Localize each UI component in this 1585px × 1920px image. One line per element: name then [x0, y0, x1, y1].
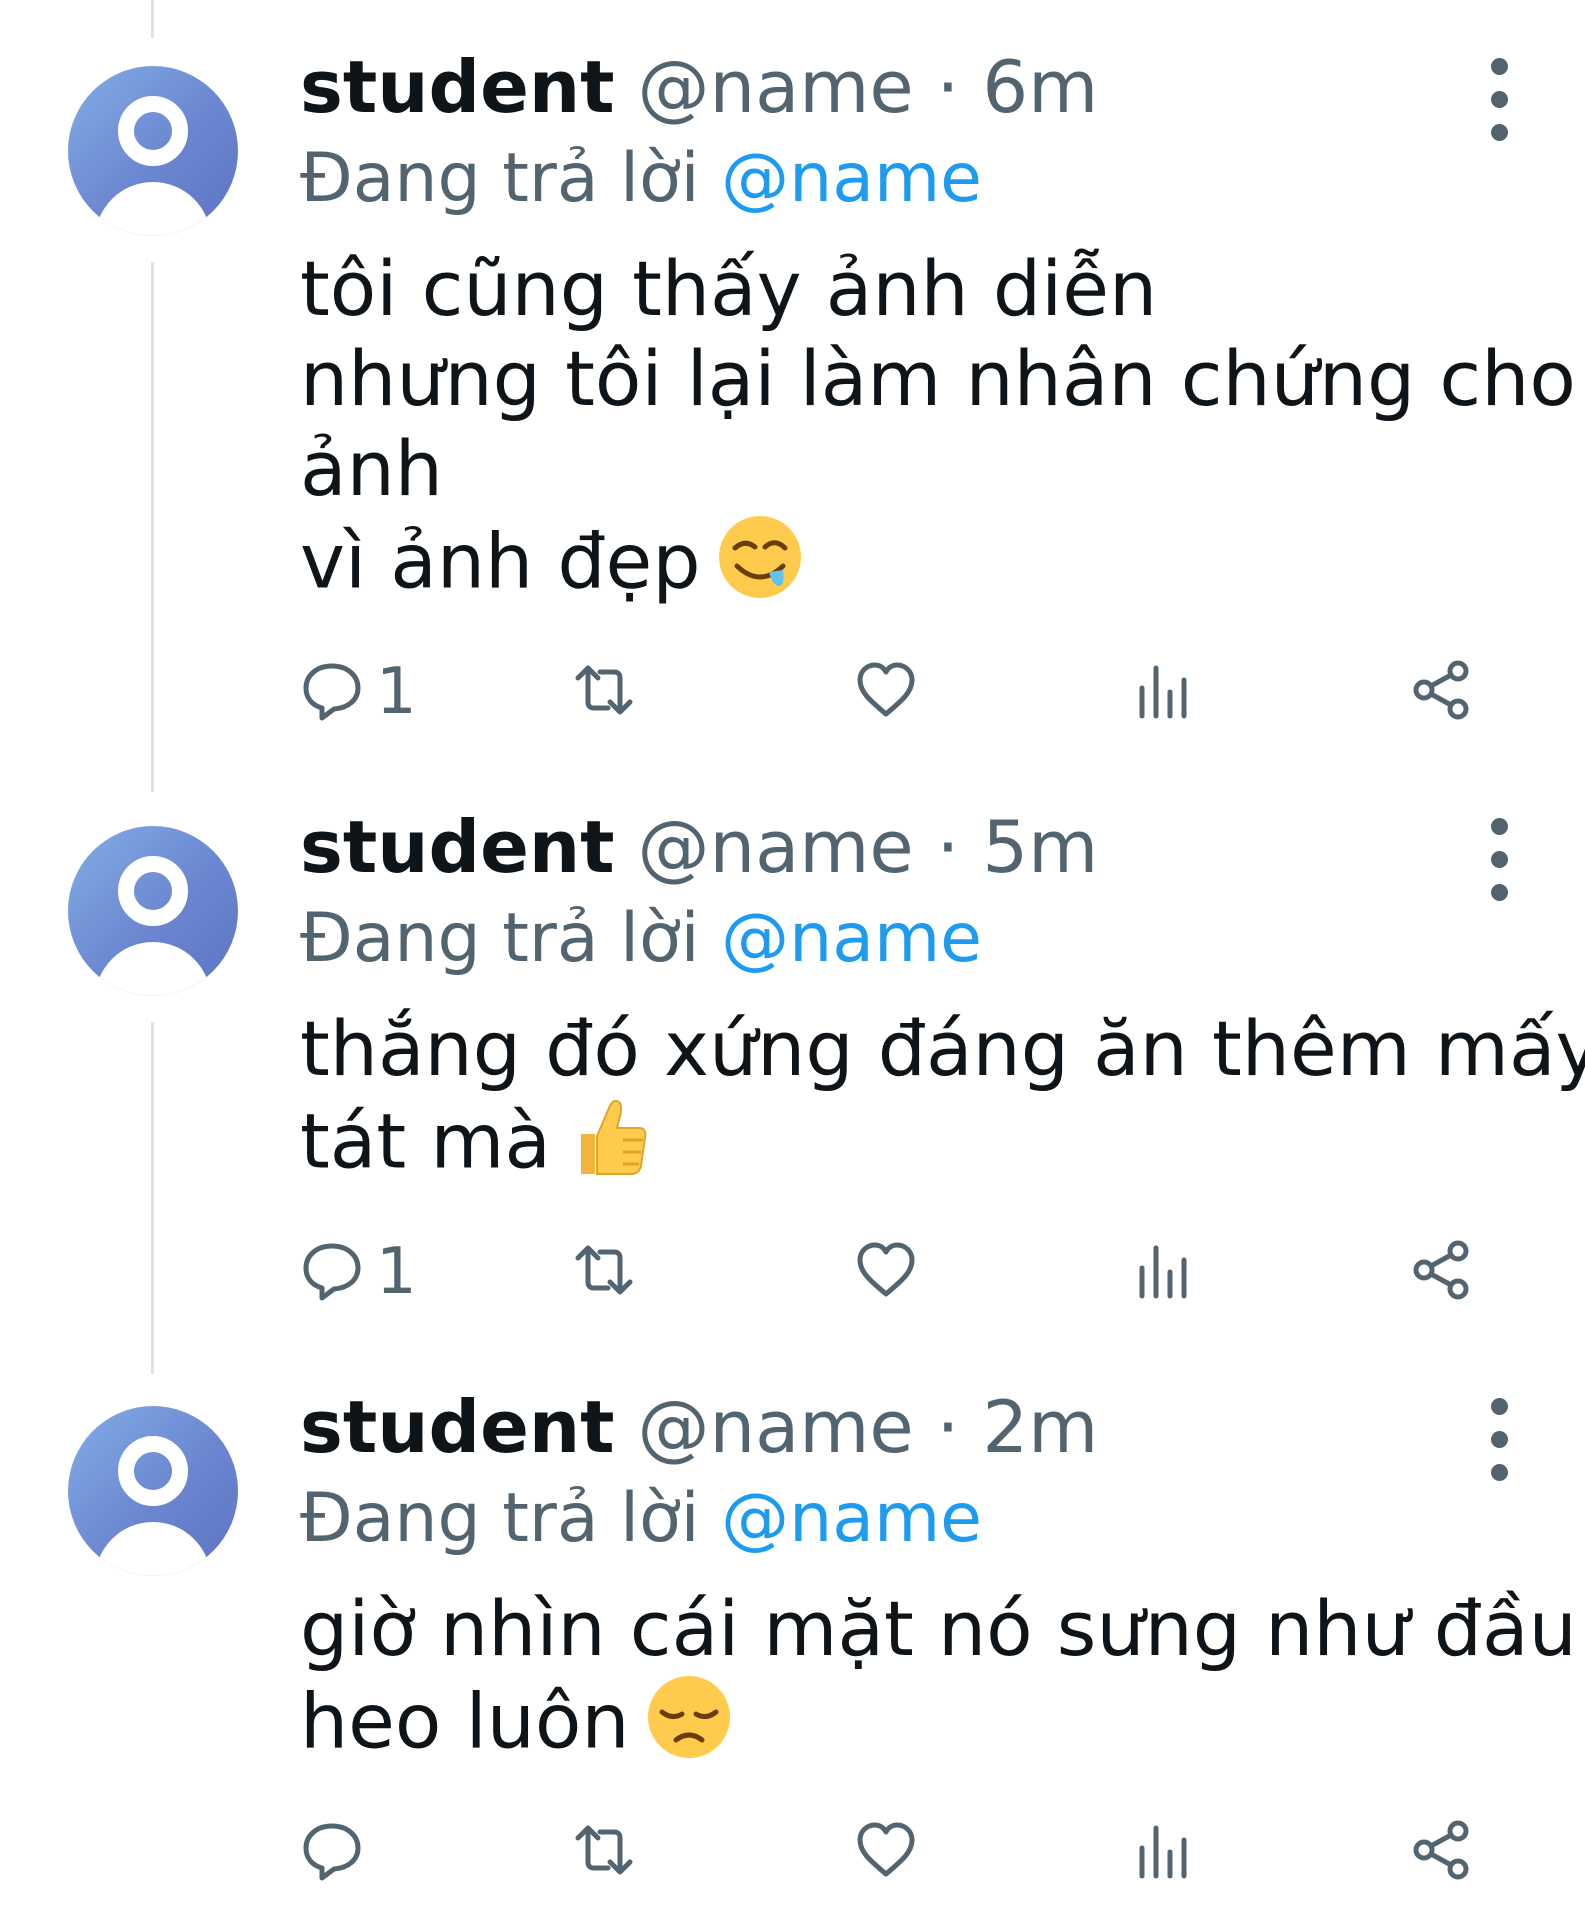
like-button[interactable] [854, 1232, 918, 1312]
tweet-actions [300, 1812, 1550, 1892]
share-button[interactable] [1410, 652, 1474, 732]
share-icon [1410, 1818, 1474, 1886]
avatar[interactable] [68, 826, 238, 996]
tweet-text: thắng đó xứng đáng ăn thêm mấy tát mà [300, 1004, 1585, 1199]
like-button[interactable] [854, 1812, 918, 1892]
reply-count: 1 [376, 1235, 417, 1309]
tweet-line: ảnh [300, 424, 443, 513]
tweet-2[interactable]: student @name · 5m Đang trả lời @name th… [0, 760, 1585, 1340]
more-vertical-icon[interactable] [1480, 1390, 1520, 1490]
separator-dot: · [936, 45, 960, 129]
retweet-button[interactable] [572, 1812, 636, 1892]
tweet-actions: 1 [300, 652, 1550, 732]
heart-icon [854, 658, 918, 726]
replying-to: Đang trả lời @name [300, 1476, 982, 1562]
tweet-text: giờ nhìn cái mặt nó sưng như đầu heo luô… [300, 1584, 1577, 1779]
more-vertical-icon[interactable] [1480, 50, 1520, 150]
avatar[interactable] [68, 1406, 238, 1576]
views-button[interactable] [1130, 1232, 1194, 1312]
tweet-header: student @name · 5m [300, 802, 1098, 892]
views-button[interactable] [1130, 652, 1194, 732]
author-handle[interactable]: @name [637, 1385, 913, 1469]
disappointed-face-emoji [646, 1674, 732, 1779]
tweet-line: giờ nhìn cái mặt nó sưng như đầu [300, 1584, 1577, 1673]
author-name[interactable]: student [300, 1385, 615, 1469]
retweet-icon [572, 1238, 636, 1306]
reply-icon [300, 658, 364, 726]
reply-icon [300, 1818, 364, 1886]
tweet-actions: 1 [300, 1232, 1550, 1312]
reply-button[interactable]: 1 [300, 652, 417, 732]
views-icon [1130, 1818, 1194, 1886]
tweet-1[interactable]: student @name · 6m Đang trả lời @name tô… [0, 0, 1585, 790]
share-icon [1410, 658, 1474, 726]
reply-icon [300, 1238, 364, 1306]
tweet-header: student @name · 6m [300, 42, 1098, 132]
tweet-text: tôi cũng thấy ảnh diễn nhưng tôi lại làm… [300, 244, 1576, 619]
retweet-button[interactable] [572, 1232, 636, 1312]
replying-mention[interactable]: @name [721, 139, 982, 218]
views-icon [1130, 1238, 1194, 1306]
tweet-time[interactable]: 6m [982, 45, 1098, 129]
heart-icon [854, 1818, 918, 1886]
separator-dot: · [936, 805, 960, 889]
reply-button[interactable]: 1 [300, 1232, 417, 1312]
share-button[interactable] [1410, 1232, 1474, 1312]
tweet-time[interactable]: 5m [982, 805, 1098, 889]
like-button[interactable] [854, 652, 918, 732]
tweet-header: student @name · 2m [300, 1382, 1098, 1472]
tweet-line: tát mà [300, 1096, 551, 1186]
tweet-3[interactable]: student @name · 2m Đang trả lời @name gi… [0, 1340, 1585, 1920]
views-button[interactable] [1130, 1812, 1194, 1892]
reply-count: 1 [376, 655, 417, 729]
share-button[interactable] [1410, 1812, 1474, 1892]
retweet-icon [572, 658, 636, 726]
replying-prefix: Đang trả lời [300, 1479, 700, 1558]
tweet-line: thắng đó xứng đáng ăn thêm mấy [300, 1004, 1585, 1093]
author-name[interactable]: student [300, 805, 615, 889]
replying-mention[interactable]: @name [721, 1479, 982, 1558]
replying-to: Đang trả lời @name [300, 896, 982, 982]
author-handle[interactable]: @name [637, 805, 913, 889]
replying-to: Đang trả lời @name [300, 136, 982, 222]
author-handle[interactable]: @name [637, 45, 913, 129]
replying-prefix: Đang trả lời [300, 139, 700, 218]
views-icon [1130, 658, 1194, 726]
replying-prefix: Đang trả lời [300, 899, 700, 978]
tweet-line: vì ảnh đẹp [300, 516, 701, 606]
tweet-line: heo luôn [300, 1676, 630, 1766]
replying-mention[interactable]: @name [721, 899, 982, 978]
tweet-line: nhưng tôi lại làm nhân chứng cho [300, 334, 1576, 423]
tweet-time[interactable]: 2m [982, 1385, 1098, 1469]
retweet-button[interactable] [572, 652, 636, 732]
heart-icon [854, 1238, 918, 1306]
more-vertical-icon[interactable] [1480, 810, 1520, 910]
drooling-face-emoji [717, 514, 803, 619]
author-name[interactable]: student [300, 45, 615, 129]
share-icon [1410, 1238, 1474, 1306]
separator-dot: · [936, 1385, 960, 1469]
reply-button[interactable] [300, 1812, 376, 1892]
retweet-icon [572, 1818, 636, 1886]
avatar[interactable] [68, 66, 238, 236]
thumbs-up-emoji [567, 1094, 653, 1199]
tweet-line: tôi cũng thấy ảnh diễn [300, 244, 1158, 333]
